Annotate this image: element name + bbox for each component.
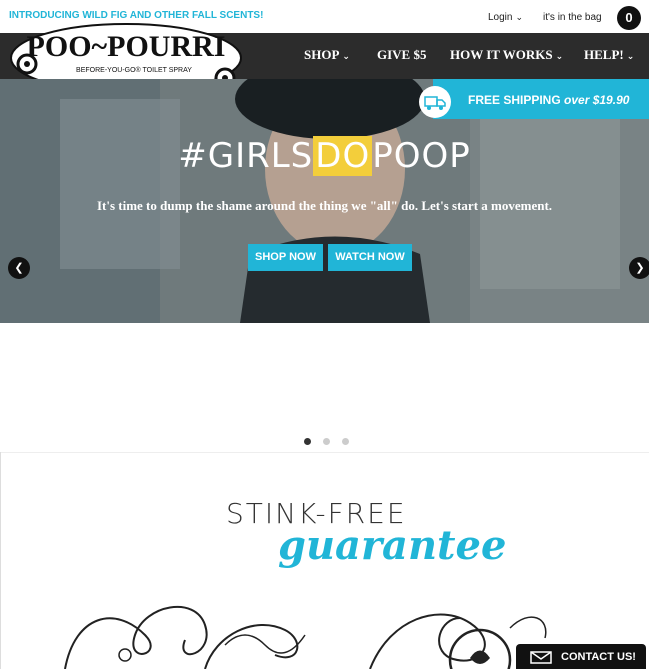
watch-now-button[interactable]: WATCH NOW: [328, 244, 412, 271]
headline-highlight: DO: [313, 136, 373, 176]
free-shipping-banner[interactable]: FREE SHIPPING over $19.90: [419, 79, 649, 119]
hero-subhead: It's time to dump the shame around the t…: [96, 198, 553, 213]
logo-wordmark: POO~POURRI: [27, 30, 226, 63]
carousel-dot-2[interactable]: [323, 438, 330, 445]
chevron-down-icon: ⌄: [342, 52, 350, 62]
nav-shop-label: SHOP: [304, 47, 340, 62]
carousel-prev-button[interactable]: ❮: [8, 257, 30, 279]
chevron-left-icon: ❮: [14, 262, 24, 274]
truck-icon: [419, 86, 451, 118]
chevron-right-icon: ❯: [635, 262, 645, 274]
logo-tagline: BEFORE-YOU-GO® TOILET SPRAY: [76, 66, 192, 74]
free-shipping-threshold: over $19.90: [564, 93, 630, 107]
cart-count-badge[interactable]: 0: [617, 6, 641, 30]
nav-shop[interactable]: SHOP ⌄: [304, 47, 350, 63]
section-border: [0, 452, 1, 669]
envelope-icon: [530, 651, 552, 664]
nav-help-label: HELP!: [584, 47, 624, 62]
announcement-link[interactable]: INTRODUCING WILD FIG AND OTHER FALL SCEN…: [9, 10, 263, 21]
headline-part-3: POOP: [372, 136, 471, 176]
nav-how-it-works[interactable]: HOW IT WORKS ⌄: [450, 47, 563, 63]
contact-us-button[interactable]: CONTACT US!: [516, 644, 646, 669]
chevron-down-icon: ⌄: [626, 52, 635, 62]
login-menu[interactable]: Login ⌄: [488, 12, 523, 23]
nav-give-label: GIVE $5: [377, 47, 427, 62]
nav-how-label: HOW IT WORKS: [450, 47, 553, 62]
carousel-pagination: [304, 432, 361, 450]
chevron-down-icon: ⌄: [515, 13, 524, 23]
headline-part-1: #GIRLS: [178, 136, 314, 176]
login-label: Login: [488, 12, 513, 23]
chevron-down-icon: ⌄: [555, 52, 564, 62]
nav-give[interactable]: GIVE $5: [377, 47, 426, 63]
carousel-dot-1[interactable]: [304, 438, 311, 445]
guarantee-script: guarantee: [278, 522, 507, 569]
nav-help[interactable]: HELP! ⌄: [584, 47, 634, 63]
shop-now-button[interactable]: SHOP NOW: [248, 244, 323, 271]
section-divider: [0, 452, 649, 453]
free-shipping-label: FREE SHIPPING: [468, 93, 561, 107]
carousel-next-button[interactable]: ❯: [629, 257, 649, 279]
decorative-flourish-left: [64, 606, 306, 669]
contact-us-label: CONTACT US!: [561, 651, 636, 663]
cart-link[interactable]: it's in the bag: [543, 12, 602, 23]
carousel-dot-3[interactable]: [342, 438, 349, 445]
hero-headline: #GIRLSDOPOOP: [0, 136, 649, 176]
